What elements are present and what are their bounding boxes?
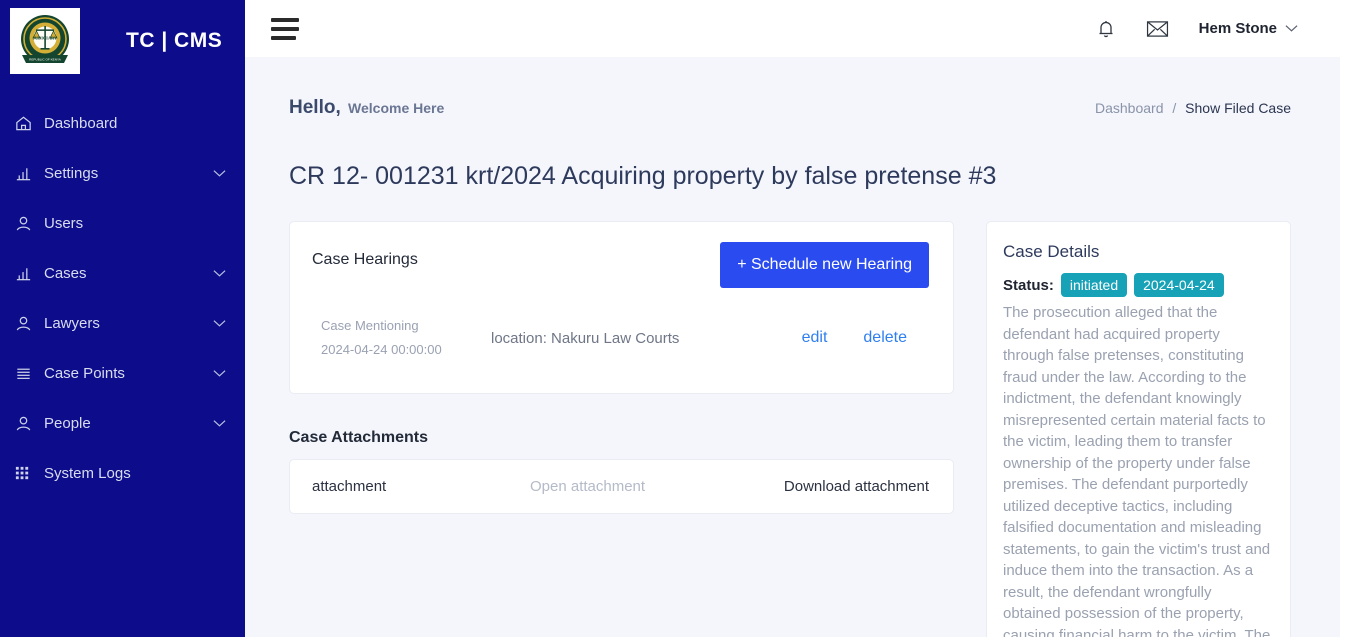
status-label: Status: [1003, 276, 1054, 294]
case-details-title: Case Details [1003, 242, 1100, 261]
case-details-card: Case Details Status: initiated 2024-04-2… [986, 221, 1291, 637]
user-icon [14, 314, 44, 333]
sidebar-item-label: System Logs [44, 464, 131, 482]
user-icon [14, 214, 44, 233]
download-attachment-link[interactable]: Download attachment [784, 478, 931, 495]
home-icon [14, 114, 44, 133]
hearing-type: Case Mentioning [321, 318, 419, 333]
breadcrumb: Dashboard / Show Filed Case [1095, 100, 1291, 116]
sidebar-item-system-logs[interactable]: System Logs [0, 448, 245, 498]
hearing-when: Case Mentioning 2024-04-24 00:00:00 [321, 314, 489, 362]
brand-header: JUDICIARY REPUBLIC OF KENYA TC | CMS [0, 0, 245, 82]
bar-chart-icon [14, 164, 44, 183]
main-region: Hem Stone Hello, Welcome Here Dashboard … [245, 0, 1353, 637]
sidebar-item-label: People [44, 414, 91, 432]
chevron-down-icon [211, 419, 227, 428]
topbar: Hem Stone [245, 0, 1353, 57]
case-attachments-title: Case Attachments [289, 429, 429, 446]
status-badge: initiated [1060, 273, 1128, 297]
left-column: Case Hearings + Schedule new Hearing Cas… [289, 221, 954, 514]
attachment-name: attachment [312, 478, 387, 495]
edit-hearing-link[interactable]: edit [802, 329, 828, 347]
breadcrumb-dashboard[interactable]: Dashboard [1095, 100, 1164, 116]
sidebar-item-label: Cases [44, 264, 87, 282]
envelope-icon[interactable] [1146, 20, 1169, 38]
case-status-line: Status: initiated 2024-04-24 [1003, 273, 1272, 297]
page-title: CR 12- 001231 krt/2024 Acquiring propert… [289, 162, 997, 190]
sidebar-item-users[interactable]: Users [0, 198, 245, 248]
sidebar-item-dashboard[interactable]: Dashboard [0, 98, 245, 148]
schedule-new-hearing-button[interactable]: + Schedule new Hearing [720, 242, 929, 288]
hearing-location: location: Nakuru Law Courts [491, 329, 680, 347]
list-icon [14, 364, 44, 383]
breadcrumb-separator: / [1172, 100, 1177, 116]
svg-text:JUDICIARY: JUDICIARY [33, 36, 58, 41]
bell-icon[interactable] [1096, 18, 1116, 39]
attachment-row: attachment Open attachment Download atta… [289, 459, 954, 514]
chevron-down-icon [211, 169, 227, 178]
sidebar-item-label: Case Points [44, 364, 125, 382]
user-name: Hem Stone [1198, 20, 1277, 37]
page-scrollbar[interactable] [1340, 57, 1353, 637]
app-root: JUDICIARY REPUBLIC OF KENYA TC | CMS Das… [0, 0, 1353, 637]
right-column: Case Details Status: initiated 2024-04-2… [986, 221, 1291, 637]
case-hearings-card: Case Hearings + Schedule new Hearing Cas… [289, 221, 954, 394]
hearing-actions: edit delete [802, 329, 929, 347]
page-content: Hello, Welcome Here Dashboard / Show Fil… [245, 57, 1353, 637]
sidebar-item-lawyers[interactable]: Lawyers [0, 298, 245, 348]
brand-title: TC | CMS [126, 29, 223, 52]
greeting: Hello, Welcome Here [289, 97, 444, 119]
case-hearings-title: Case Hearings [312, 251, 418, 268]
chevron-down-icon [211, 269, 227, 278]
grid-icon [14, 465, 44, 482]
hamburger-icon[interactable] [271, 17, 299, 40]
greeting-subtext: Welcome Here [348, 100, 445, 116]
sidebar-item-label: Settings [44, 164, 99, 182]
hearing-datetime: 2024-04-24 00:00:00 [321, 342, 442, 357]
user-icon [14, 414, 44, 433]
chevron-down-icon [1285, 20, 1298, 37]
svg-text:REPUBLIC OF KENYA: REPUBLIC OF KENYA [29, 57, 62, 61]
sidebar: JUDICIARY REPUBLIC OF KENYA TC | CMS Das… [0, 0, 245, 637]
delete-hearing-link[interactable]: delete [863, 329, 907, 347]
sidebar-nav: Dashboard Settings Users Cases Lawyers C… [0, 98, 245, 498]
sidebar-item-label: Dashboard [44, 114, 118, 132]
open-attachment-link[interactable]: Open attachment [530, 478, 784, 495]
sidebar-item-people[interactable]: People [0, 398, 245, 448]
content-grid: Case Hearings + Schedule new Hearing Cas… [289, 221, 1291, 637]
hearing-row: Case Mentioning 2024-04-24 00:00:00 loca… [312, 314, 929, 362]
breadcrumb-current: Show Filed Case [1185, 100, 1291, 116]
judiciary-seal-icon: JUDICIARY REPUBLIC OF KENYA [10, 8, 80, 74]
case-description: The prosecution alleged that the defenda… [1003, 304, 1271, 637]
user-menu[interactable]: Hem Stone [1199, 20, 1298, 37]
sidebar-item-label: Users [44, 214, 84, 232]
sidebar-item-case-points[interactable]: Case Points [0, 348, 245, 398]
chevron-down-icon [211, 319, 227, 328]
greeting-row: Hello, Welcome Here Dashboard / Show Fil… [289, 57, 1291, 119]
bar-chart-icon [14, 264, 44, 283]
page-body: Hello, Welcome Here Dashboard / Show Fil… [245, 57, 1353, 637]
status-date-badge: 2024-04-24 [1134, 273, 1224, 297]
sidebar-item-settings[interactable]: Settings [0, 148, 245, 198]
case-hearings-header: Case Hearings + Schedule new Hearing [312, 242, 929, 288]
chevron-down-icon [211, 369, 227, 378]
sidebar-item-cases[interactable]: Cases [0, 248, 245, 298]
greeting-text: Hello, [289, 97, 341, 118]
sidebar-item-label: Lawyers [44, 314, 100, 332]
